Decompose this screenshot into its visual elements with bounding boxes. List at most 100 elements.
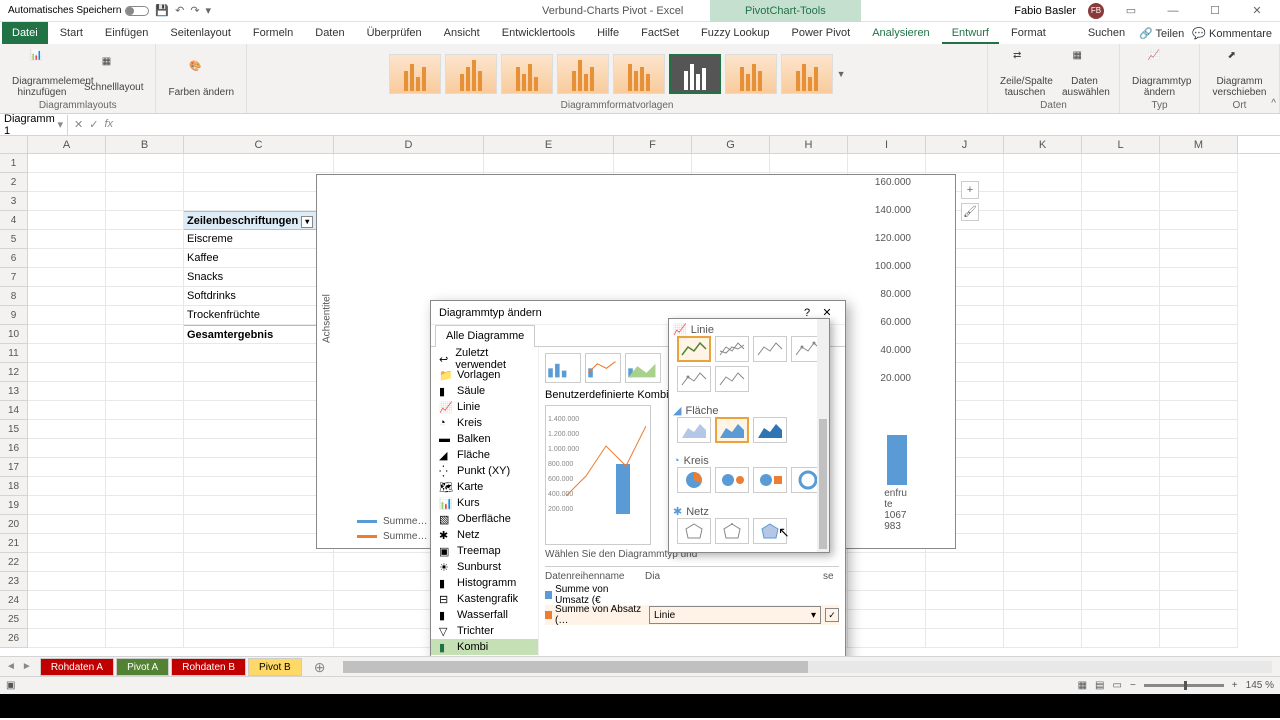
- cell[interactable]: [106, 325, 184, 344]
- cell[interactable]: [770, 154, 848, 173]
- cell[interactable]: [106, 534, 184, 553]
- cell[interactable]: [1082, 154, 1160, 173]
- area-type-3[interactable]: [753, 417, 787, 443]
- avatar[interactable]: FB: [1088, 3, 1104, 19]
- cell[interactable]: Gesamtergebnis: [184, 325, 334, 344]
- cell[interactable]: [28, 192, 106, 211]
- tab-ansicht[interactable]: Ansicht: [434, 22, 490, 44]
- add-chart-element-button[interactable]: 📊Diagrammelement hinzufügen: [8, 48, 76, 100]
- series-2-secondary-axis-checkbox[interactable]: ✓: [825, 608, 839, 622]
- cell[interactable]: [28, 287, 106, 306]
- cat-kreis[interactable]: ◔Kreis: [431, 415, 538, 431]
- cell[interactable]: Zeilenbeschriftungen▾: [184, 211, 334, 230]
- row-header-6[interactable]: 6: [0, 249, 28, 268]
- cat-balken[interactable]: ▬Balken: [431, 431, 538, 447]
- cell[interactable]: [106, 458, 184, 477]
- pie-type-3[interactable]: [753, 467, 787, 493]
- cell[interactable]: [106, 401, 184, 420]
- row-header-26[interactable]: 26: [0, 629, 28, 648]
- cell[interactable]: [106, 382, 184, 401]
- dialog-help-icon[interactable]: ?: [797, 307, 817, 319]
- col-header-D[interactable]: D: [334, 136, 484, 153]
- cat-kurs[interactable]: 📊Kurs: [431, 495, 538, 511]
- cell[interactable]: [28, 439, 106, 458]
- cell[interactable]: [1160, 401, 1238, 420]
- area-type-1[interactable]: [677, 417, 711, 443]
- cell[interactable]: [28, 572, 106, 591]
- zoom-out-icon[interactable]: −: [1130, 680, 1136, 691]
- cancel-formula-icon[interactable]: ✕: [74, 118, 83, 131]
- comments-button[interactable]: 💬 Kommentare: [1192, 27, 1272, 40]
- cat-karte[interactable]: 🗺Karte: [431, 479, 538, 495]
- fx-icon[interactable]: fx: [104, 118, 113, 131]
- cell[interactable]: [926, 553, 1004, 572]
- series-2-type-dropdown[interactable]: Linie▾: [649, 606, 821, 624]
- cell[interactable]: [106, 629, 184, 648]
- tab-suchen[interactable]: Suchen: [1078, 22, 1135, 44]
- cell[interactable]: [848, 154, 926, 173]
- cell[interactable]: [1160, 154, 1238, 173]
- cell[interactable]: [106, 420, 184, 439]
- maximize-icon[interactable]: ☐: [1200, 4, 1230, 17]
- chart-elements-button[interactable]: +: [961, 181, 979, 199]
- view-break-icon[interactable]: ▭: [1113, 680, 1122, 691]
- combo-subtype-3[interactable]: [625, 353, 661, 383]
- cell[interactable]: [184, 610, 334, 629]
- cell[interactable]: [1004, 515, 1082, 534]
- cell[interactable]: [184, 629, 334, 648]
- cell[interactable]: [1082, 458, 1160, 477]
- redo-icon[interactable]: ↷: [190, 4, 199, 17]
- cell[interactable]: [926, 154, 1004, 173]
- cell[interactable]: [1004, 249, 1082, 268]
- col-header-M[interactable]: M: [1160, 136, 1238, 153]
- cell[interactable]: [1160, 439, 1238, 458]
- minimize-icon[interactable]: —: [1158, 5, 1188, 17]
- cell[interactable]: [1082, 211, 1160, 230]
- cell[interactable]: [1082, 192, 1160, 211]
- cell[interactable]: [106, 230, 184, 249]
- tab-start[interactable]: Start: [50, 22, 93, 44]
- cell[interactable]: [1082, 496, 1160, 515]
- cell[interactable]: [848, 572, 926, 591]
- cell[interactable]: [614, 154, 692, 173]
- undo-icon[interactable]: ↶: [175, 4, 184, 17]
- cell[interactable]: [1160, 515, 1238, 534]
- cell[interactable]: [1160, 629, 1238, 648]
- cell[interactable]: [28, 458, 106, 477]
- cell[interactable]: [1160, 344, 1238, 363]
- cell[interactable]: [28, 173, 106, 192]
- cell[interactable]: [106, 363, 184, 382]
- cell[interactable]: [1004, 154, 1082, 173]
- cell[interactable]: [1160, 477, 1238, 496]
- cell[interactable]: [1004, 458, 1082, 477]
- select-all-corner[interactable]: [0, 136, 28, 153]
- col-header-I[interactable]: I: [848, 136, 926, 153]
- cell[interactable]: [28, 306, 106, 325]
- tab-seitenlayout[interactable]: Seitenlayout: [160, 22, 241, 44]
- col-header-J[interactable]: J: [926, 136, 1004, 153]
- view-page-icon[interactable]: ▤: [1095, 680, 1104, 691]
- col-header-B[interactable]: B: [106, 136, 184, 153]
- sheet-nav-next-icon[interactable]: ►: [22, 661, 32, 672]
- cell[interactable]: [28, 382, 106, 401]
- row-header-21[interactable]: 21: [0, 534, 28, 553]
- cell[interactable]: [1160, 458, 1238, 477]
- ribbon-mode-icon[interactable]: ▭: [1116, 4, 1146, 17]
- row-header-16[interactable]: 16: [0, 439, 28, 458]
- cell[interactable]: [106, 591, 184, 610]
- cell[interactable]: [28, 344, 106, 363]
- cell[interactable]: [28, 420, 106, 439]
- cell[interactable]: [1160, 268, 1238, 287]
- cell[interactable]: [28, 629, 106, 648]
- cell[interactable]: [1004, 230, 1082, 249]
- zoom-in-icon[interactable]: +: [1232, 680, 1238, 691]
- row-header-18[interactable]: 18: [0, 477, 28, 496]
- cell[interactable]: [106, 306, 184, 325]
- tab-analysieren[interactable]: Analysieren: [862, 22, 939, 44]
- cell[interactable]: [184, 534, 334, 553]
- accept-formula-icon[interactable]: ✓: [89, 118, 98, 131]
- cell[interactable]: [1160, 249, 1238, 268]
- sheet-rohdaten-b[interactable]: Rohdaten B: [171, 658, 246, 676]
- cell[interactable]: [1004, 268, 1082, 287]
- cell[interactable]: [184, 420, 334, 439]
